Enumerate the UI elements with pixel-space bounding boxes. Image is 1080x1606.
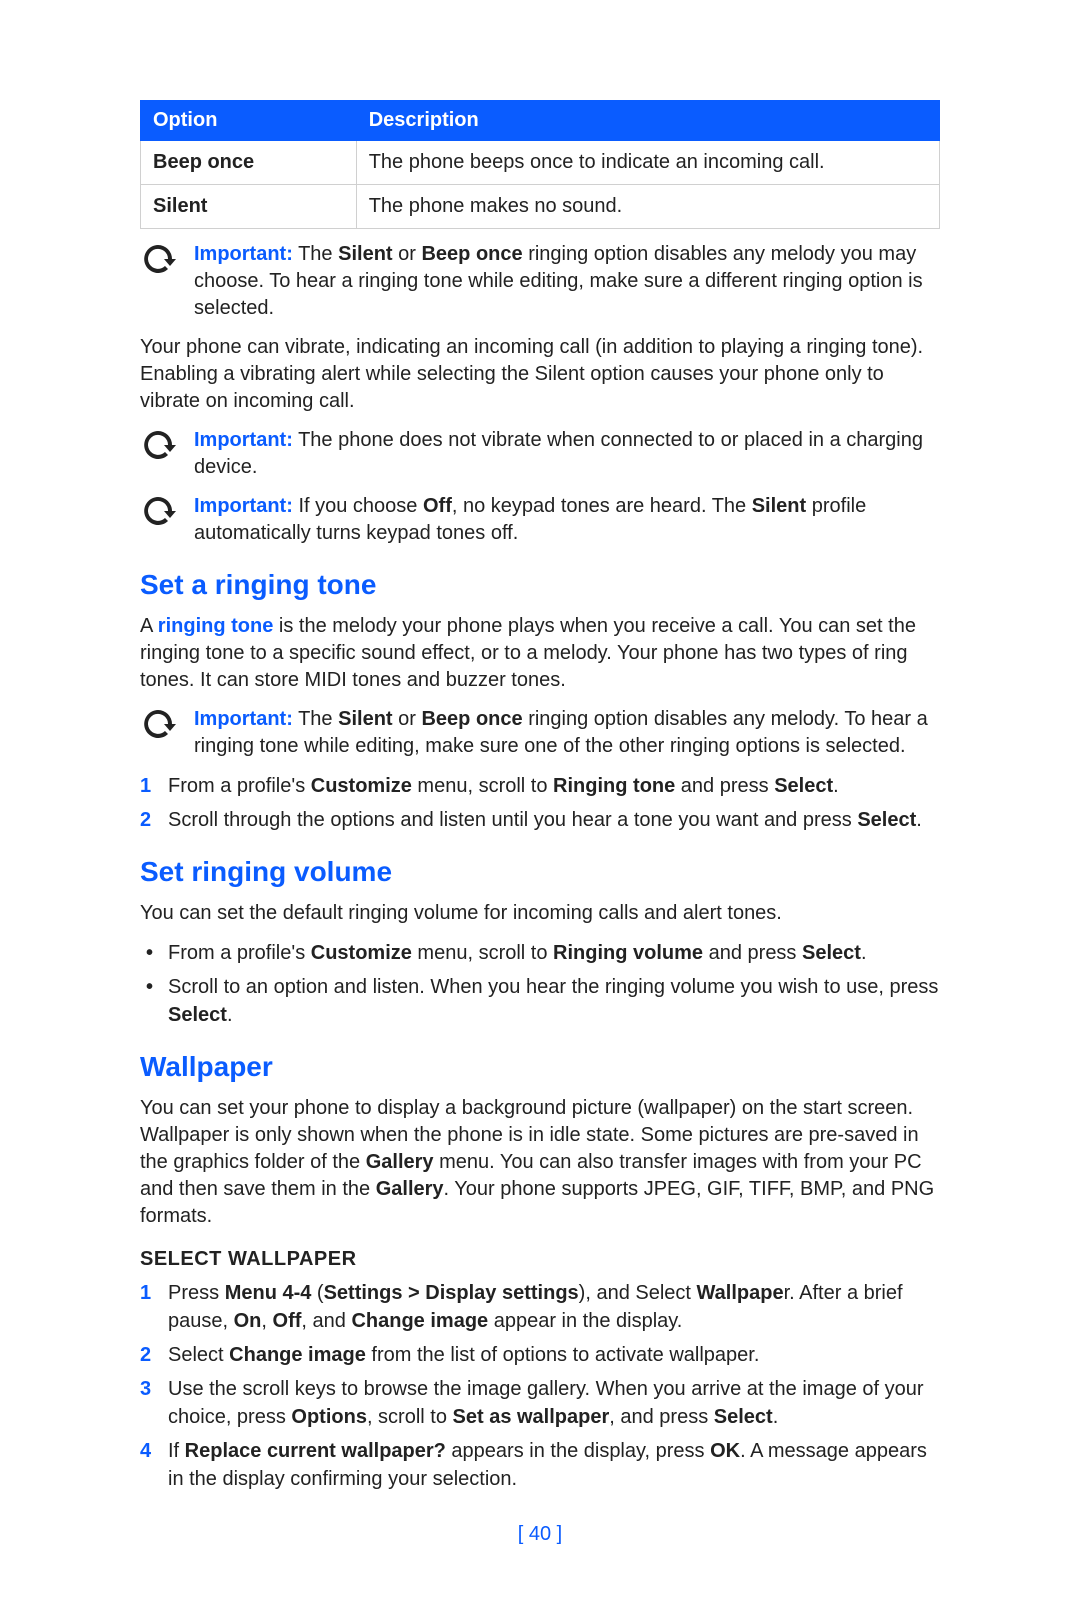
note-arrow-icon xyxy=(140,493,194,529)
subheading-select-wallpaper: SELECT WALLPAPER xyxy=(140,1248,940,1271)
ringtone-intro: A ringing tone is the melody your phone … xyxy=(140,613,940,694)
note-arrow-icon xyxy=(140,427,194,463)
heading-ringing-volume: Set ringing volume xyxy=(140,856,940,888)
cell-option: Beep once xyxy=(141,141,357,185)
wallpaper-intro: You can set your phone to display a back… xyxy=(140,1095,940,1230)
important-label: Important: xyxy=(194,429,293,451)
list-item: Press Menu 4-4 (Settings > Display setti… xyxy=(140,1279,940,1335)
wallpaper-steps: Press Menu 4-4 (Settings > Display setti… xyxy=(140,1279,940,1493)
list-item: Select Change image from the list of opt… xyxy=(140,1341,940,1369)
note-arrow-icon xyxy=(140,706,194,742)
list-item: Scroll through the options and listen un… xyxy=(140,806,940,834)
options-table: Option Description Beep once The phone b… xyxy=(140,100,940,229)
list-item: Use the scroll keys to browse the image … xyxy=(140,1375,940,1431)
volume-intro: You can set the default ringing volume f… xyxy=(140,900,940,927)
important-note: Important: The phone does not vibrate wh… xyxy=(140,427,940,481)
cell-description: The phone makes no sound. xyxy=(356,185,939,229)
heading-wallpaper: Wallpaper xyxy=(140,1051,940,1083)
important-note: Important: The Silent or Beep once ringi… xyxy=(140,241,940,322)
cell-description: The phone beeps once to indicate an inco… xyxy=(356,141,939,185)
important-note: Important: If you choose Off, no keypad … xyxy=(140,493,940,547)
cell-option: Silent xyxy=(141,185,357,229)
th-description: Description xyxy=(356,101,939,141)
note-arrow-icon xyxy=(140,241,194,277)
list-item: If Replace current wallpaper? appears in… xyxy=(140,1437,940,1493)
vibrate-paragraph: Your phone can vibrate, indicating an in… xyxy=(140,334,940,415)
table-row: Silent The phone makes no sound. xyxy=(141,185,940,229)
volume-bullets: From a profile's Customize menu, scroll … xyxy=(140,939,940,1029)
list-item: From a profile's Customize menu, scroll … xyxy=(140,772,940,800)
ringtone-steps: From a profile's Customize menu, scroll … xyxy=(140,772,940,834)
page-number: [ 40 ] xyxy=(140,1523,940,1546)
table-row: Beep once The phone beeps once to indica… xyxy=(141,141,940,185)
important-note: Important: The Silent or Beep once ringi… xyxy=(140,706,940,760)
manual-page: Option Description Beep once The phone b… xyxy=(0,0,1080,1606)
important-label: Important: xyxy=(194,708,293,730)
heading-ringing-tone: Set a ringing tone xyxy=(140,569,940,601)
important-label: Important: xyxy=(194,243,293,265)
list-item: From a profile's Customize menu, scroll … xyxy=(140,939,940,967)
th-option: Option xyxy=(141,101,357,141)
list-item: Scroll to an option and listen. When you… xyxy=(140,973,940,1029)
important-label: Important: xyxy=(194,495,293,517)
